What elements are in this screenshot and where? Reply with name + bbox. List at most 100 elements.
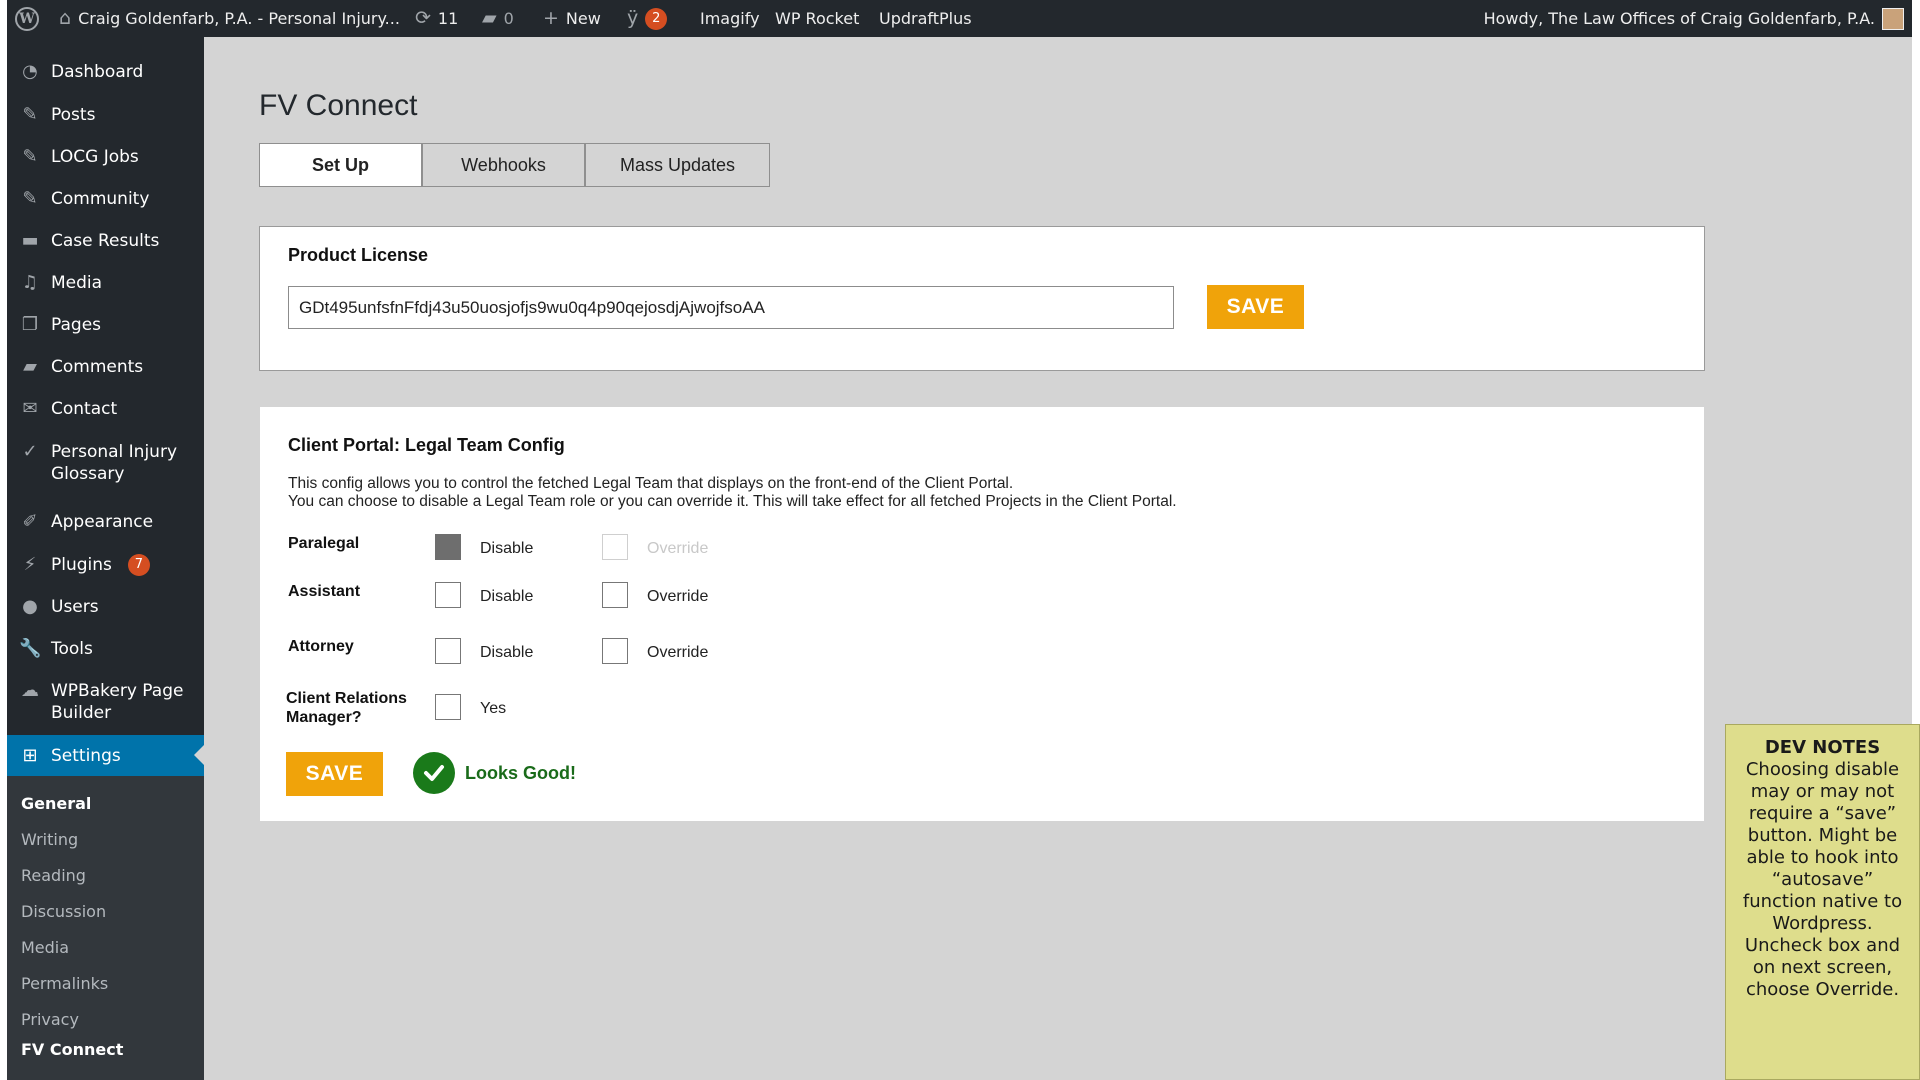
submenu-fv-connect[interactable]: FV Connect: [21, 1040, 123, 1059]
sidebar-item-community[interactable]: ✎ Community: [7, 188, 204, 210]
submenu-writing[interactable]: Writing: [21, 830, 78, 849]
license-key-input[interactable]: [288, 286, 1174, 329]
legal-team-config-title: Client Portal: Legal Team Config: [288, 435, 565, 455]
sidebar-item-media[interactable]: ♫ Media: [7, 272, 204, 294]
sidebar-item-comments[interactable]: ▰ Comments: [7, 356, 204, 378]
sidebar-item-label: Plugins: [51, 555, 112, 575]
imagify-label: Imagify: [700, 9, 760, 28]
submenu-discussion[interactable]: Discussion: [21, 902, 106, 921]
account-menu[interactable]: Howdy, The Law Offices of Craig Goldenfa…: [1484, 0, 1904, 37]
sidebar-item-label: LOCG Jobs: [51, 147, 139, 167]
attorney-override-label: Override: [647, 644, 709, 661]
spellcheck-icon: ✓: [22, 441, 38, 462]
sidebar-item-label: WPBakery Page Builder: [51, 681, 184, 723]
comment-icon: ▰: [23, 356, 37, 377]
dashboard-icon: ◔: [22, 61, 38, 82]
crm-label-line-1: Client Relations: [286, 690, 407, 707]
license-save-button[interactable]: SAVE: [1207, 285, 1304, 329]
sidebar-item-contact[interactable]: ✉ Contact: [7, 398, 204, 420]
dev-notes-title: DEV NOTES: [1764, 737, 1881, 758]
sidebar-item-appearance[interactable]: ✐ Appearance: [7, 511, 204, 533]
submenu-general[interactable]: General: [21, 794, 91, 813]
comments-link[interactable]: ▰ 0: [482, 0, 514, 37]
sidebar-item-plugins[interactable]: ⚡ Plugins 7: [7, 554, 204, 576]
sidebar-item-label: Community: [51, 189, 150, 209]
brush-icon: ✐: [22, 511, 38, 532]
sidebar-item-label: Users: [51, 597, 99, 617]
yoast-menu[interactable]: ÿ 2: [627, 0, 668, 37]
assistant-disable-checkbox[interactable]: [435, 582, 461, 608]
paralegal-label: Paralegal: [288, 535, 360, 552]
sidebar-item-users[interactable]: ● Users: [7, 596, 204, 618]
submenu-reading[interactable]: Reading: [21, 866, 86, 885]
media-icon: ♫: [21, 272, 39, 293]
wordpress-icon: W: [15, 6, 39, 31]
legal-team-save-button[interactable]: SAVE: [286, 752, 383, 796]
mail-icon: ✉: [22, 398, 38, 419]
plus-icon: +: [543, 7, 559, 29]
sidebar-item-label: Posts: [51, 105, 96, 125]
sidebar-item-dashboard[interactable]: ◔ Dashboard: [7, 61, 204, 83]
sidebar-item-label: Media: [51, 273, 103, 293]
assistant-label: Assistant: [288, 583, 361, 600]
yoast-badge: 2: [645, 7, 668, 30]
assistant-disable-label: Disable: [480, 588, 534, 605]
crm-yes-checkbox[interactable]: [435, 694, 461, 720]
submenu-privacy[interactable]: Privacy: [21, 1010, 79, 1029]
wprocket-label: WP Rocket: [775, 9, 860, 28]
home-icon: ⌂: [59, 7, 72, 29]
new-label: New: [565, 9, 601, 28]
pin-icon: ✎: [22, 104, 38, 125]
pin-icon: ✎: [22, 146, 38, 167]
attorney-disable-label: Disable: [480, 644, 534, 661]
product-license-card: Product License SAVE: [259, 226, 1705, 371]
sidebar-item-settings[interactable]: ⊞ Settings: [7, 735, 204, 776]
sidebar-item-glossary[interactable]: ✓ Personal Injury Glossary: [7, 441, 197, 485]
updates-link[interactable]: ⟳ 11: [415, 0, 458, 37]
sidebar-item-wpbakery[interactable]: ☁ WPBakery Page Builder: [7, 680, 197, 724]
sidebar-item-label: Dashboard: [51, 62, 144, 82]
sidebar-item-pages[interactable]: ❐ Pages: [7, 314, 204, 336]
legal-team-description: This config allows you to control the fe…: [288, 475, 1177, 511]
tab-mass-updates[interactable]: Mass Updates: [585, 143, 770, 187]
crm-label: Client Relations Manager?: [286, 689, 407, 727]
yoast-icon: ÿ: [627, 7, 639, 29]
pages-icon: ❐: [21, 314, 39, 335]
howdy-label: Howdy, The Law Offices of Craig Goldenfa…: [1483, 9, 1875, 28]
avatar: [1882, 7, 1904, 30]
paralegal-disable-label: Disable: [480, 540, 534, 557]
wordpress-logo-menu[interactable]: W: [15, 0, 39, 37]
tab-webhooks[interactable]: Webhooks: [422, 143, 585, 187]
description-line-2: You can choose to disable a Legal Team r…: [288, 493, 1177, 510]
plugins-badge: 7: [127, 554, 150, 576]
admin-bar: W ⌂ Craig Goldenfarb, P.A. - Personal In…: [7, 0, 1912, 37]
new-content-link[interactable]: + New: [543, 0, 601, 37]
sidebar-item-label: Personal Injury Glossary: [51, 442, 178, 484]
check-circle-icon: [413, 752, 455, 794]
imagify-link[interactable]: Imagify: [700, 0, 760, 37]
attorney-disable-checkbox[interactable]: [435, 638, 461, 664]
comments-count: 0: [503, 9, 514, 28]
updraftplus-link[interactable]: UpdraftPlus: [879, 0, 972, 37]
updraftplus-label: UpdraftPlus: [879, 9, 972, 28]
page-title: FV Connect: [259, 89, 418, 122]
paralegal-disable-checkbox[interactable]: [435, 534, 461, 560]
site-name-link[interactable]: ⌂ Craig Goldenfarb, P.A. - Personal Inju…: [59, 0, 400, 37]
tab-set-up[interactable]: Set Up: [259, 143, 422, 187]
attorney-label: Attorney: [288, 638, 354, 655]
submenu-media[interactable]: Media: [21, 938, 69, 957]
attorney-override-checkbox[interactable]: [602, 638, 628, 664]
wprocket-link[interactable]: WP Rocket: [775, 0, 859, 37]
sidebar-item-tools[interactable]: 🔧 Tools: [7, 638, 204, 660]
settings-submenu: General Writing Reading Discussion Media…: [7, 776, 204, 1080]
refresh-icon: ⟳: [415, 7, 431, 29]
sidebar-item-posts[interactable]: ✎ Posts: [7, 104, 204, 126]
status-message: Looks Good!: [465, 763, 576, 783]
crm-label-line-2: Manager?: [286, 709, 362, 726]
submenu-permalinks[interactable]: Permalinks: [21, 974, 108, 993]
sidebar-item-locg-jobs[interactable]: ✎ LOCG Jobs: [7, 146, 204, 168]
folder-icon: ▬: [21, 230, 39, 251]
assistant-override-checkbox[interactable]: [602, 582, 628, 608]
sidebar-item-case-results[interactable]: ▬ Case Results: [7, 230, 204, 252]
pin-icon: ✎: [22, 188, 38, 209]
